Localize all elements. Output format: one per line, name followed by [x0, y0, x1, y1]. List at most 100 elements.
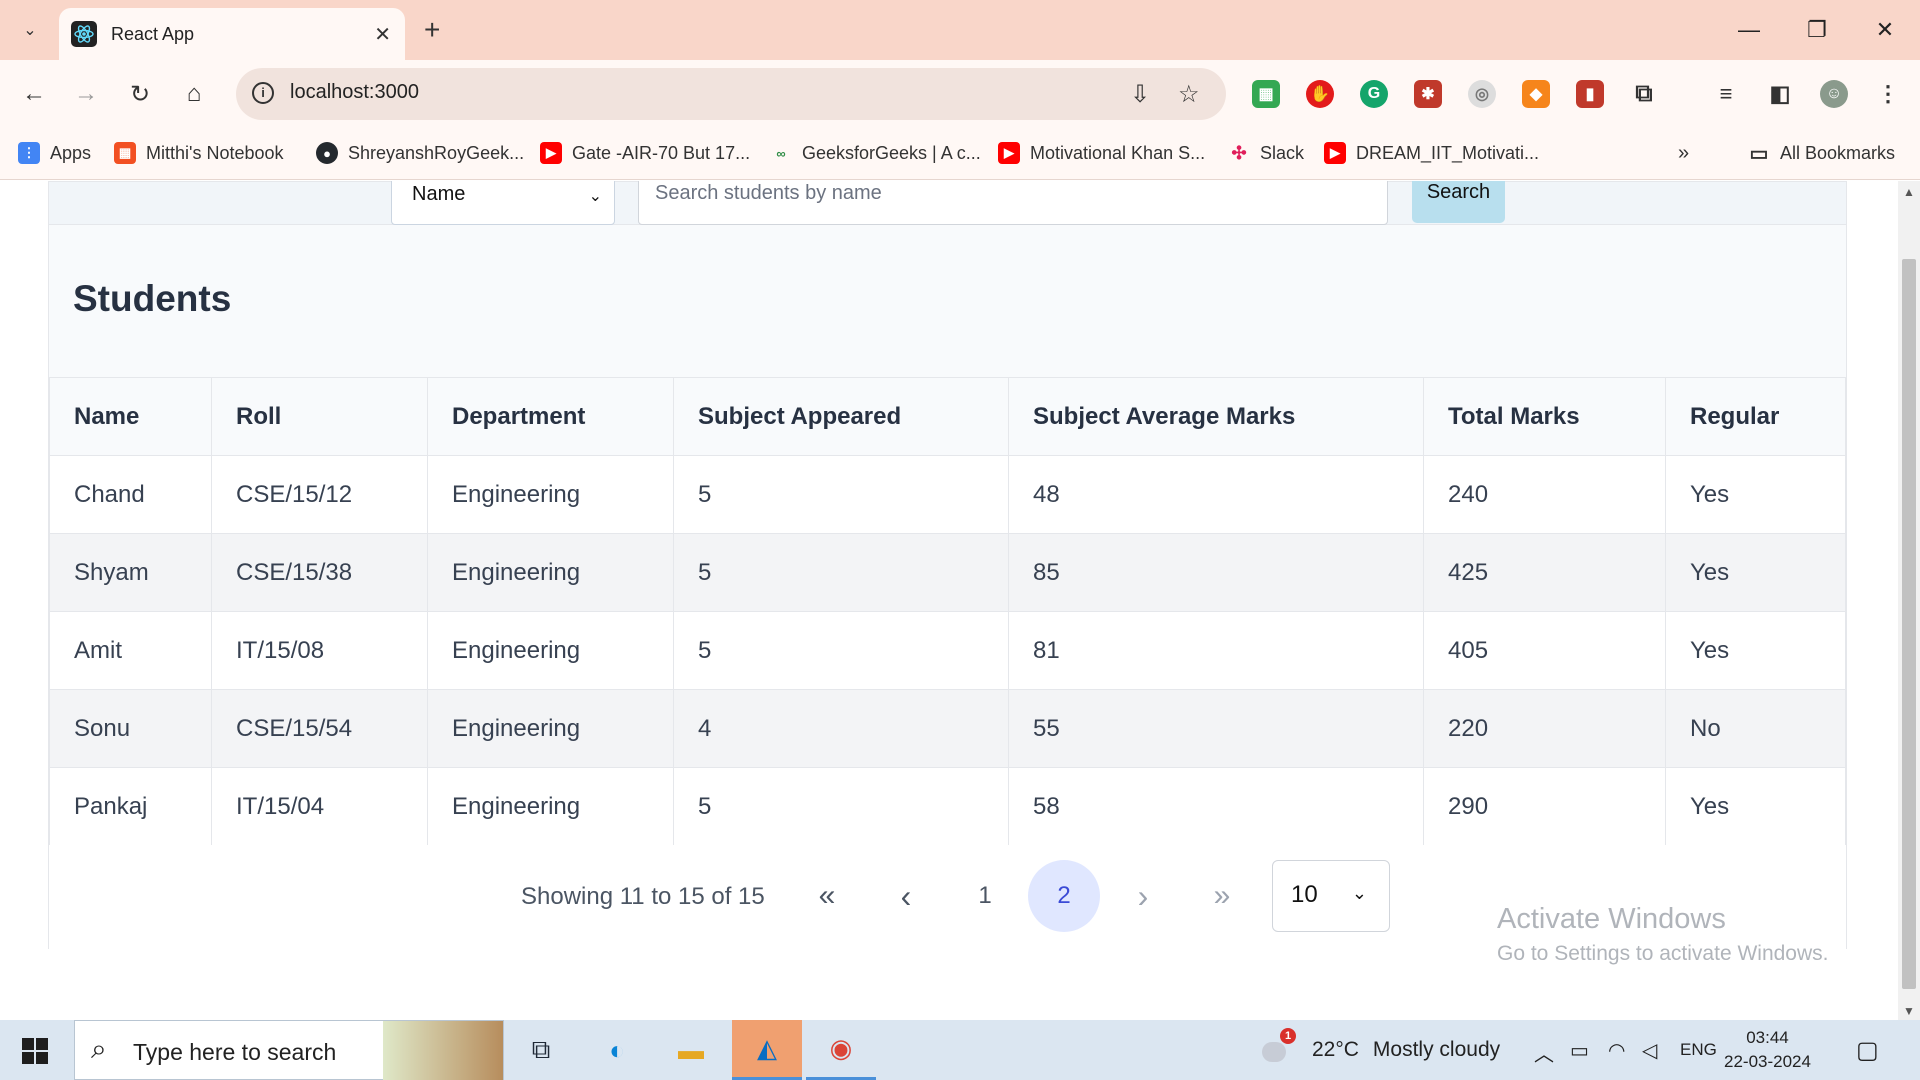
adblock-extension-icon[interactable]: ✋	[1306, 80, 1334, 108]
address-bar[interactable]: i localhost:3000 ⇩ ☆	[236, 68, 1226, 120]
sheets-extension-icon[interactable]: ▦	[1252, 80, 1280, 108]
home-icon[interactable]: ⌂	[174, 74, 214, 114]
cell-department: Engineering	[427, 611, 674, 690]
cell-department: Engineering	[427, 533, 674, 612]
media-control-icon[interactable]: ≡	[1712, 80, 1740, 108]
bookmark-motivational-khan[interactable]: ▶ Motivational Khan S...	[998, 142, 1205, 164]
close-window-icon[interactable]: ✕	[1860, 10, 1910, 50]
cell-average-marks: 55	[1008, 689, 1424, 768]
bookmark-dream-iit[interactable]: ▶ DREAM_IIT_Motivati...	[1324, 142, 1539, 164]
previous-page-button[interactable]: ‹	[870, 860, 942, 932]
column-header-total-marks: Total Marks	[1423, 377, 1666, 456]
bookmark-star-icon[interactable]: ☆	[1178, 80, 1200, 109]
bug-extension-icon[interactable]: ✱	[1414, 80, 1442, 108]
task-view-icon[interactable]: ⧉	[506, 1020, 576, 1080]
weather-widget[interactable]: 1 22°C Mostly cloudy	[1262, 1028, 1500, 1064]
install-app-icon[interactable]: ⇩	[1130, 80, 1150, 109]
search-input[interactable]: Search students by name	[638, 181, 1388, 225]
extensions-puzzle-icon[interactable]: ⧉	[1630, 80, 1658, 108]
all-bookmarks-folder[interactable]: ▭ All Bookmarks	[1748, 142, 1895, 165]
cell-roll: IT/15/08	[211, 611, 428, 690]
scroll-up-icon[interactable]: ▲	[1903, 185, 1915, 199]
new-tab-icon[interactable]: +	[424, 14, 440, 46]
browser-tab-bar: ⌄ React App ✕ + — ❐ ✕	[0, 0, 1920, 60]
bookmark-label: ShreyanshRoyGeek...	[348, 142, 525, 163]
search-button[interactable]: Search	[1412, 181, 1505, 223]
cell-name: Pankaj	[49, 767, 212, 846]
chrome-icon[interactable]: ◉	[806, 1020, 876, 1080]
weather-cloud-icon: 1	[1262, 1028, 1298, 1064]
bookmark-slack[interactable]: ✣ Slack	[1228, 142, 1304, 164]
cell-roll: CSE/15/54	[211, 689, 428, 768]
tab-title: React App	[111, 23, 195, 44]
edge-browser-icon[interactable]: ◐	[582, 1020, 652, 1080]
cell-name: Chand	[49, 455, 212, 534]
book-extension-icon[interactable]: ▮	[1576, 80, 1604, 108]
cell-total-marks: 405	[1423, 611, 1666, 690]
bookmarks-bar: ⋮ Apps ▦ Mitthi's Notebook ● ShreyanshRo…	[0, 128, 1920, 180]
students-table: Name Roll Department Subject Appeared Su…	[49, 377, 1846, 846]
windows-start-icon[interactable]	[22, 1038, 48, 1064]
vertical-scrollbar[interactable]: ▲ ▼	[1898, 181, 1920, 1020]
search-highlight-image	[383, 1021, 503, 1080]
record-extension-icon[interactable]: ◎	[1468, 80, 1496, 108]
bookmark-apps[interactable]: ⋮ Apps	[18, 142, 91, 164]
taskbar-search-box[interactable]: ⌕ Type here to search	[74, 1020, 504, 1080]
clock-time: 03:44	[1746, 1028, 1789, 1047]
restore-icon[interactable]: ❐	[1792, 10, 1842, 50]
search-field-select[interactable]: Name ⌄	[391, 181, 615, 225]
cell-average-marks: 48	[1008, 455, 1424, 534]
page-button-2[interactable]: 2	[1028, 860, 1100, 932]
scrollbar-thumb[interactable]	[1902, 259, 1916, 989]
minimize-icon[interactable]: —	[1724, 10, 1774, 50]
cell-roll: IT/15/04	[211, 767, 428, 846]
activate-windows-watermark: Activate Windows Go to Settings to activ…	[1497, 903, 1829, 966]
bookmark-label: Slack	[1260, 142, 1305, 163]
chevron-down-icon: ⌄	[588, 188, 602, 205]
page-size-select[interactable]: 10 ⌄	[1272, 860, 1390, 932]
next-page-button[interactable]: ›	[1107, 860, 1179, 932]
bookmark-github[interactable]: ● ShreyanshRoyGeek...	[316, 142, 524, 164]
cell-regular: Yes	[1665, 455, 1846, 534]
battery-icon[interactable]: ▭	[1570, 1038, 1589, 1063]
site-info-icon[interactable]: i	[252, 82, 274, 104]
notification-center-icon[interactable]: ▢	[1856, 1036, 1879, 1065]
file-explorer-icon[interactable]: ▬	[656, 1020, 726, 1080]
bookmark-geeksforgeeks[interactable]: ∞ GeeksforGeeks | A c...	[770, 142, 980, 164]
taskbar-clock[interactable]: 03:44 22-03-2024	[1724, 1026, 1811, 1074]
folder-icon: ▭	[1749, 142, 1769, 165]
menu-kebab-icon[interactable]: ⋮	[1874, 80, 1902, 108]
reload-icon[interactable]: ↻	[120, 74, 160, 114]
grammarly-extension-icon[interactable]: G	[1360, 80, 1388, 108]
page-button-1[interactable]: 1	[949, 860, 1021, 932]
cell-regular: Yes	[1665, 533, 1846, 612]
bookmark-mitthis-notebook[interactable]: ▦ Mitthi's Notebook	[114, 142, 284, 164]
cell-roll: CSE/15/12	[211, 455, 428, 534]
show-hidden-icons-icon[interactable]: ︿	[1534, 1038, 1554, 1067]
watermark-subtitle: Go to Settings to activate Windows.	[1497, 942, 1829, 965]
last-page-button[interactable]: »	[1186, 860, 1258, 932]
forward-icon[interactable]: →	[66, 74, 106, 114]
tab-search-dropdown-icon[interactable]: ⌄	[12, 12, 48, 48]
search-icon: ⌕	[91, 1033, 107, 1064]
close-tab-icon[interactable]: ✕	[374, 22, 391, 47]
language-indicator[interactable]: ENG	[1680, 1040, 1717, 1060]
pagination-summary: Showing 11 to 15 of 15	[521, 883, 765, 910]
volume-icon[interactable]: ◁	[1642, 1038, 1657, 1063]
vscode-icon[interactable]: ◭	[732, 1020, 802, 1080]
wifi-icon[interactable]: ◠	[1608, 1038, 1625, 1063]
apps-grid-icon: ⋮	[18, 142, 40, 164]
metamask-extension-icon[interactable]: ◆	[1522, 80, 1550, 108]
page-title: Students	[73, 278, 232, 319]
url-text[interactable]: localhost:3000	[290, 81, 419, 104]
bookmark-gate-air[interactable]: ▶ Gate -AIR-70 But 17...	[540, 142, 750, 164]
browser-tab[interactable]: React App ✕	[59, 8, 405, 60]
scroll-down-icon[interactable]: ▼	[1903, 1004, 1915, 1018]
back-icon[interactable]: ←	[14, 74, 54, 114]
table-row: Chand CSE/15/12 Engineering 5 48 240 Yes	[49, 455, 1846, 534]
cell-name: Shyam	[49, 533, 212, 612]
side-panel-icon[interactable]: ◧	[1766, 80, 1794, 108]
first-page-button[interactable]: «	[791, 860, 863, 932]
profile-avatar-icon[interactable]: ☺	[1820, 80, 1848, 108]
more-bookmarks-icon[interactable]: »	[1678, 142, 1689, 165]
